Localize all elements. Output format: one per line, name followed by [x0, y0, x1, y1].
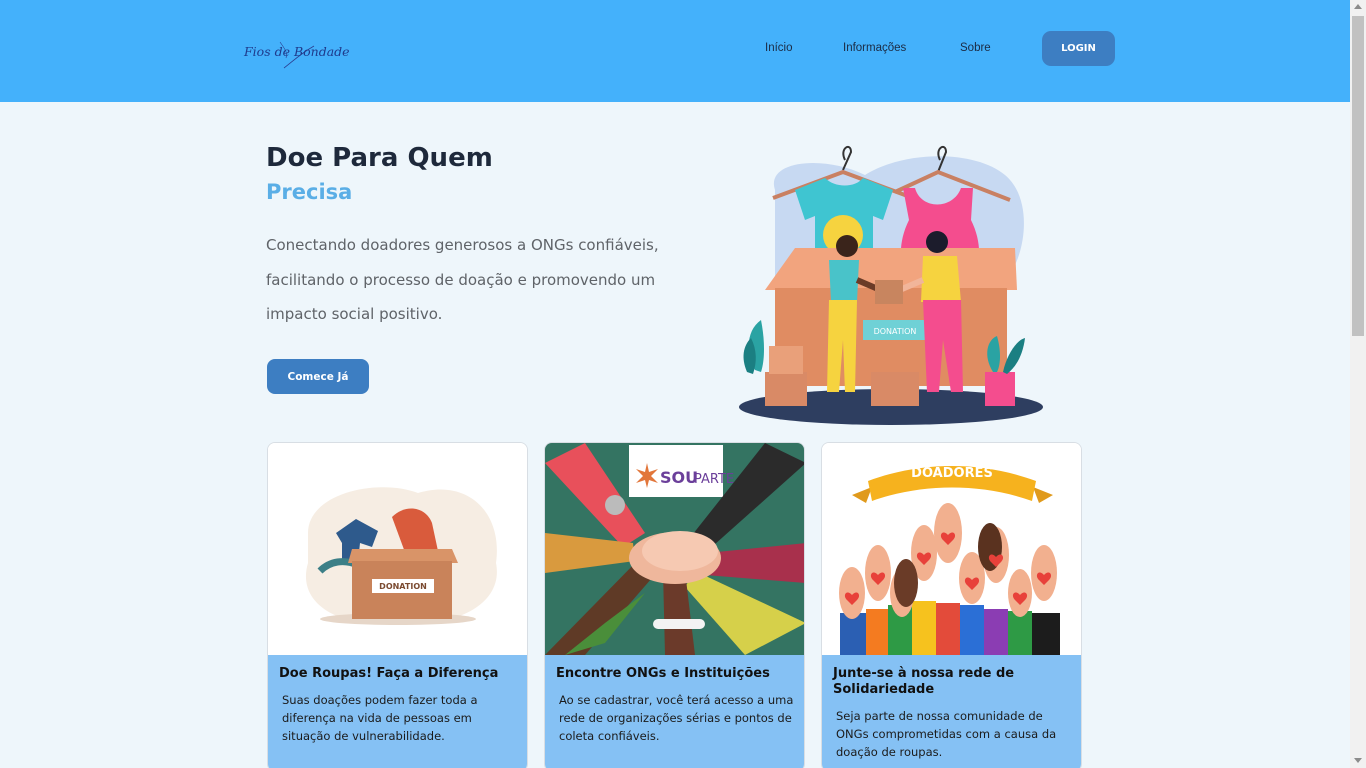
- login-button[interactable]: LOGIN: [1042, 31, 1115, 66]
- card-1-image-label: DONATION: [379, 582, 427, 591]
- scroll-up-arrow-icon[interactable]: [1354, 4, 1362, 9]
- card-text: Seja parte de nossa comunidade de ONGs c…: [836, 709, 1057, 759]
- card-image-donation-box: DONATION: [268, 443, 527, 655]
- scrollbar-thumb[interactable]: [1352, 16, 1364, 336]
- card-3-banner-text: DOADORES: [911, 466, 993, 481]
- card-image-donors-hands: DOADORES: [822, 443, 1081, 655]
- card-2-logo-light: PARTE: [694, 472, 734, 487]
- card-title: Doe Roupas! Faça a Diferença: [279, 666, 499, 681]
- card-title: Junte-se à nossa rede de Solidariedade: [833, 666, 1015, 697]
- card-donate-clothes[interactable]: DONATION Doe Roupas! Faça a Diferença Su…: [267, 442, 528, 768]
- logo-text: Fios de Bondade: [244, 44, 350, 59]
- card-find-ngos[interactable]: SOU PARTE Encontre ONGs e Instituições A…: [544, 442, 805, 768]
- card-join-network[interactable]: DOADORES Junte-se à nossa rede de Solida…: [821, 442, 1082, 768]
- site-logo[interactable]: Fios de Bondade: [244, 38, 350, 72]
- card-body: Junte-se à nossa rede de Solidariedade S…: [822, 655, 1081, 768]
- hero-description: Conectando doadores generosos a ONGs con…: [266, 236, 659, 323]
- card-image-hands-together: SOU PARTE: [545, 443, 804, 655]
- nav-link-informacoes[interactable]: Informações: [843, 42, 906, 54]
- scroll-down-arrow-icon[interactable]: [1354, 758, 1362, 763]
- donation-illustration: DONATION: [735, 140, 1050, 430]
- card-title: Encontre ONGs e Instituições: [556, 666, 770, 681]
- card-text: Ao se cadastrar, você terá acesso a uma …: [559, 693, 794, 743]
- hero-title: Doe Para Quem: [266, 143, 493, 173]
- card-2-logo-bold: SOU: [660, 468, 698, 487]
- card-body: Encontre ONGs e Instituições Ao se cadas…: [545, 655, 804, 768]
- nav-link-inicio[interactable]: Início: [765, 42, 793, 54]
- get-started-button[interactable]: Comece Já: [267, 359, 369, 394]
- hero-accent-title: Precisa: [266, 180, 353, 204]
- site-header: Fios de Bondade Início Informações Sobre…: [0, 0, 1350, 102]
- card-text: Suas doações podem fazer toda a diferenç…: [282, 693, 478, 743]
- card-body: Doe Roupas! Faça a Diferença Suas doaçõe…: [268, 655, 527, 768]
- illustration-donation-label: DONATION: [874, 327, 917, 336]
- nav-link-sobre[interactable]: Sobre: [960, 42, 991, 54]
